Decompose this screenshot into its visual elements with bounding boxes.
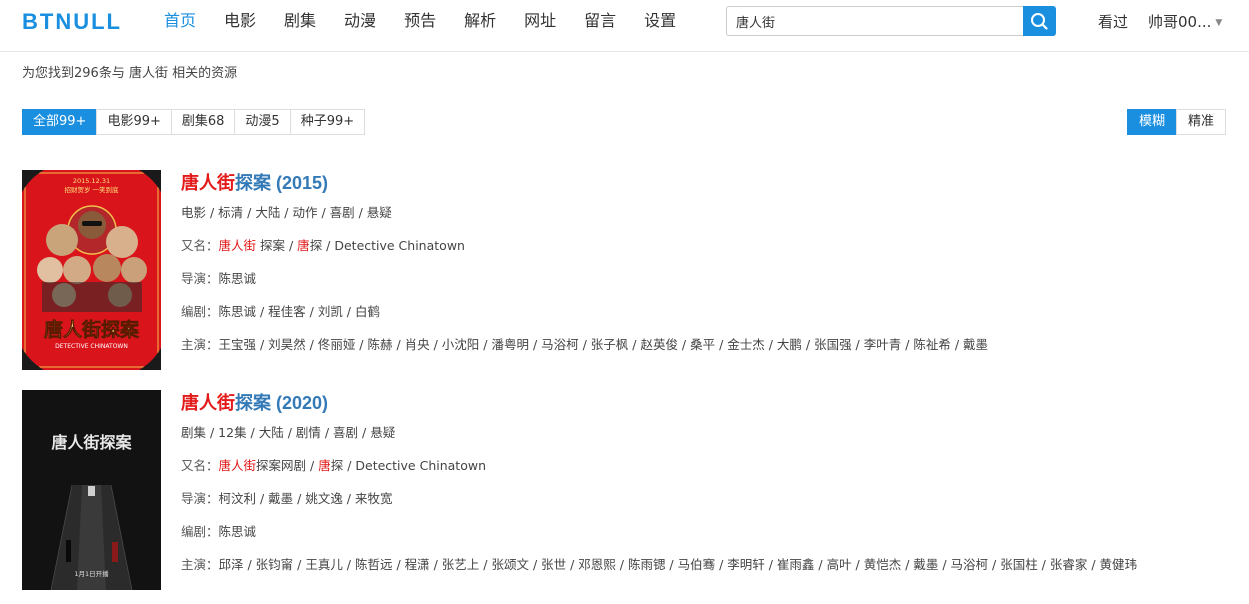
mode-exact[interactable]: 精准 (1176, 109, 1227, 135)
filter-tv[interactable]: 剧集68 (170, 109, 236, 135)
poster-art: 唐人街探案 1月1日开播 (22, 390, 161, 590)
search-box (726, 6, 1056, 36)
filter-torrent[interactable]: 种子99+ (289, 109, 366, 135)
aka-highlight-2: 唐 (297, 238, 310, 253)
mode-fuzzy[interactable]: 模糊 (1127, 109, 1178, 135)
result-meta: 电影 / 标清 / 大陆 / 动作 / 喜剧 / 悬疑 (181, 205, 392, 220)
filter-all[interactable]: 全部99+ (22, 109, 98, 135)
result-director: 导演：陈思诚 (181, 269, 1201, 289)
top-header: BTNULL 首页 电影 剧集 动漫 预告 解析 网址 留言 设置 看过 帅哥0… (0, 0, 1249, 52)
cast-names: 邱泽 / 张钧甯 / 王真儿 / 陈哲远 / 程潇 / 张艺上 / 张颂文 / … (218, 557, 1138, 572)
result-aka: 又名：唐人街 探案 / 唐探 / Detective Chinatown (181, 236, 1201, 256)
result-cast: 主演：王宝强 / 刘昊然 / 佟丽娅 / 陈赫 / 肖央 / 小沈阳 / 潘粤明… (181, 335, 1201, 355)
cast-label: 主演： (181, 337, 219, 352)
aka-rest: 探 / Detective Chinatown (330, 458, 486, 473)
summary-suffix: 相关的资源 (167, 66, 238, 81)
nav-trailer[interactable]: 预告 (404, 0, 436, 42)
result-meta: 剧集 / 12集 / 大陆 / 剧情 / 喜剧 / 悬疑 (181, 425, 396, 440)
aka-highlight-2: 唐 (318, 458, 331, 473)
result-writer: 编剧：陈思诚 / 程佳客 / 刘凯 / 白鹤 (181, 302, 1201, 322)
writer-names: 陈思诚 / 程佳客 / 刘凯 / 白鹤 (218, 304, 380, 319)
result-title[interactable]: 唐人街探案 (2015) (181, 170, 1201, 196)
aka-highlight: 唐人街 (218, 458, 257, 473)
filter-movie[interactable]: 电影99+ (96, 109, 172, 135)
result-item: 唐人街探案 1月1日开播 唐人街探案 (2020) 剧集 / 12集 / 大陆 … (22, 390, 1222, 590)
director-label: 导演： (181, 491, 219, 506)
result-title[interactable]: 唐人街探案 (2020) (181, 390, 1201, 416)
poster-english-title: DETECTIVE CHINATOWN (55, 343, 128, 350)
result-item: 2015.12.31 招财贺岁 一笑到底 唐人街探案 DETECTIVE CHI… (22, 170, 1222, 370)
title-highlight: 唐人街 (181, 173, 235, 193)
history-link[interactable]: 看过 (1098, 11, 1128, 32)
title-rest: 探案 (2015) (235, 173, 329, 193)
nav-links[interactable]: 网址 (524, 0, 556, 42)
poster-image[interactable]: 2015.12.31 招财贺岁 一笑到底 唐人街探案 DETECTIVE CHI… (22, 170, 161, 370)
aka-middle: 探案 / (256, 238, 298, 253)
result-cast: 主演：邱泽 / 张钧甯 / 王真儿 / 陈哲远 / 程潇 / 张艺上 / 张颂文… (181, 555, 1201, 575)
result-aka: 又名：唐人街探案网剧 / 唐探 / Detective Chinatown (181, 456, 1201, 476)
result-info: 唐人街探案 (2015) 电影 / 标清 / 大陆 / 动作 / 喜剧 / 悬疑… (181, 170, 1201, 355)
poster-airdate: 1月1日开播 (74, 569, 109, 578)
writer-names: 陈思诚 (218, 524, 257, 539)
result-info: 唐人街探案 (2020) 剧集 / 12集 / 大陆 / 剧情 / 喜剧 / 悬… (181, 390, 1201, 575)
result-summary: 为您找到296条与 唐人街 相关的资源 (22, 62, 237, 81)
cast-names: 王宝强 / 刘昊然 / 佟丽娅 / 陈赫 / 肖央 / 小沈阳 / 潘粤明 / … (218, 337, 989, 352)
aka-highlight: 唐人街 (218, 238, 257, 253)
nav-message[interactable]: 留言 (584, 0, 616, 42)
nav-anime[interactable]: 动漫 (344, 0, 376, 42)
aka-middle: 探案网剧 / (256, 458, 319, 473)
poster-title: 唐人街探案 (51, 433, 132, 452)
director-label: 导演： (181, 271, 219, 286)
user-name: 帅哥00... (1148, 13, 1212, 31)
poster-tagline: 招财贺岁 一笑到底 (64, 185, 119, 194)
cast-label: 主演： (181, 557, 219, 572)
nav-analysis[interactable]: 解析 (464, 0, 496, 42)
nav-movie[interactable]: 电影 (224, 0, 256, 42)
writer-label: 编剧： (181, 304, 219, 319)
nav-settings[interactable]: 设置 (644, 0, 676, 42)
director-names: 陈思诚 (218, 271, 257, 286)
director-names: 柯汶利 / 戴墨 / 姚文逸 / 来牧宽 (218, 491, 393, 506)
main-nav: 首页 电影 剧集 动漫 预告 解析 网址 留言 设置 (164, 0, 704, 42)
match-mode: 模糊 精准 (1127, 109, 1227, 135)
user-menu[interactable]: 帅哥00... ▼ (1148, 11, 1222, 32)
aka-label: 又名： (181, 458, 219, 473)
title-highlight: 唐人街 (181, 393, 235, 413)
filter-anime[interactable]: 动漫5 (234, 109, 291, 135)
result-writer: 编剧：陈思诚 (181, 522, 1201, 542)
poster-art: 2015.12.31 招财贺岁 一笑到底 唐人街探案 DETECTIVE CHI… (22, 170, 161, 370)
aka-label: 又名： (181, 238, 219, 253)
caret-down-icon: ▼ (1215, 17, 1223, 28)
search-icon (1031, 13, 1048, 30)
title-rest: 探案 (2020) (235, 393, 329, 413)
nav-home[interactable]: 首页 (164, 0, 196, 42)
site-logo[interactable]: BTNULL (22, 9, 122, 35)
poster-title: 唐人街探案 (44, 318, 140, 341)
search-input[interactable] (726, 6, 1024, 36)
summary-prefix: 为您找到296条与 (22, 66, 129, 81)
search-button[interactable] (1023, 6, 1056, 36)
poster-image[interactable]: 唐人街探案 1月1日开播 (22, 390, 161, 590)
nav-tv[interactable]: 剧集 (284, 0, 316, 42)
summary-keyword: 唐人街 (128, 66, 168, 81)
result-director: 导演：柯汶利 / 戴墨 / 姚文逸 / 来牧宽 (181, 489, 1201, 509)
aka-rest: 探 / Detective Chinatown (309, 238, 465, 253)
poster-date: 2015.12.31 (73, 177, 110, 185)
category-filters: 全部99+ 电影99+ 剧集68 动漫5 种子99+ (22, 109, 366, 135)
writer-label: 编剧： (181, 524, 219, 539)
